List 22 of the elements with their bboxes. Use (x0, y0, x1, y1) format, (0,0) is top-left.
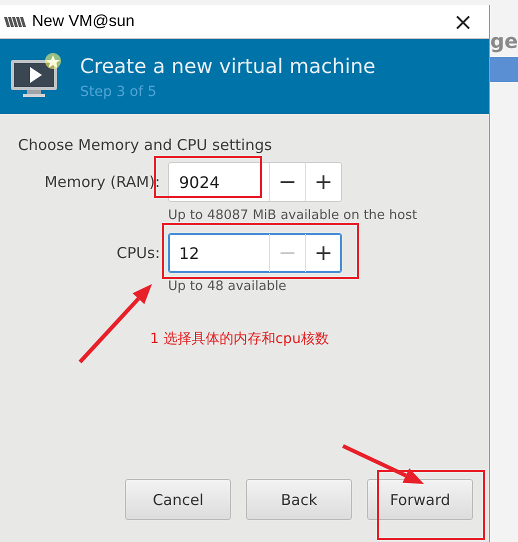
field-hint: Up to 48087 MiB available on the host (168, 208, 418, 223)
close-button[interactable]: × (445, 10, 482, 34)
field-label: CPUs: (116, 244, 160, 262)
background-bar (490, 57, 518, 82)
increment-button[interactable]: + (305, 163, 341, 201)
background-text: ge (490, 30, 518, 52)
decrement-button[interactable]: − (269, 163, 305, 201)
number-input[interactable]: 12 (169, 234, 269, 272)
wizard-button[interactable]: Forward (367, 479, 474, 520)
section-title: Choose Memory and CPU settings (18, 136, 273, 154)
wizard-title: Create a new virtual machine (80, 54, 376, 78)
number-input[interactable]: 9024 (169, 163, 269, 201)
spin-field[interactable]: 12 − + (168, 233, 342, 273)
annotation-text: 1 选择具体的内存和cpu核数 (150, 330, 330, 348)
logo-icon (4, 16, 26, 26)
wizard-button[interactable]: Back (246, 479, 352, 520)
field-hint: Up to 48 available (168, 279, 288, 294)
wizard-button[interactable]: Cancel (125, 479, 232, 520)
window-title: New VM@sun (32, 12, 136, 30)
increment-button[interactable]: + (305, 234, 341, 272)
step-indicator: Step 3 of 5 (80, 84, 158, 100)
spin-field[interactable]: 9024 − + (168, 162, 342, 202)
